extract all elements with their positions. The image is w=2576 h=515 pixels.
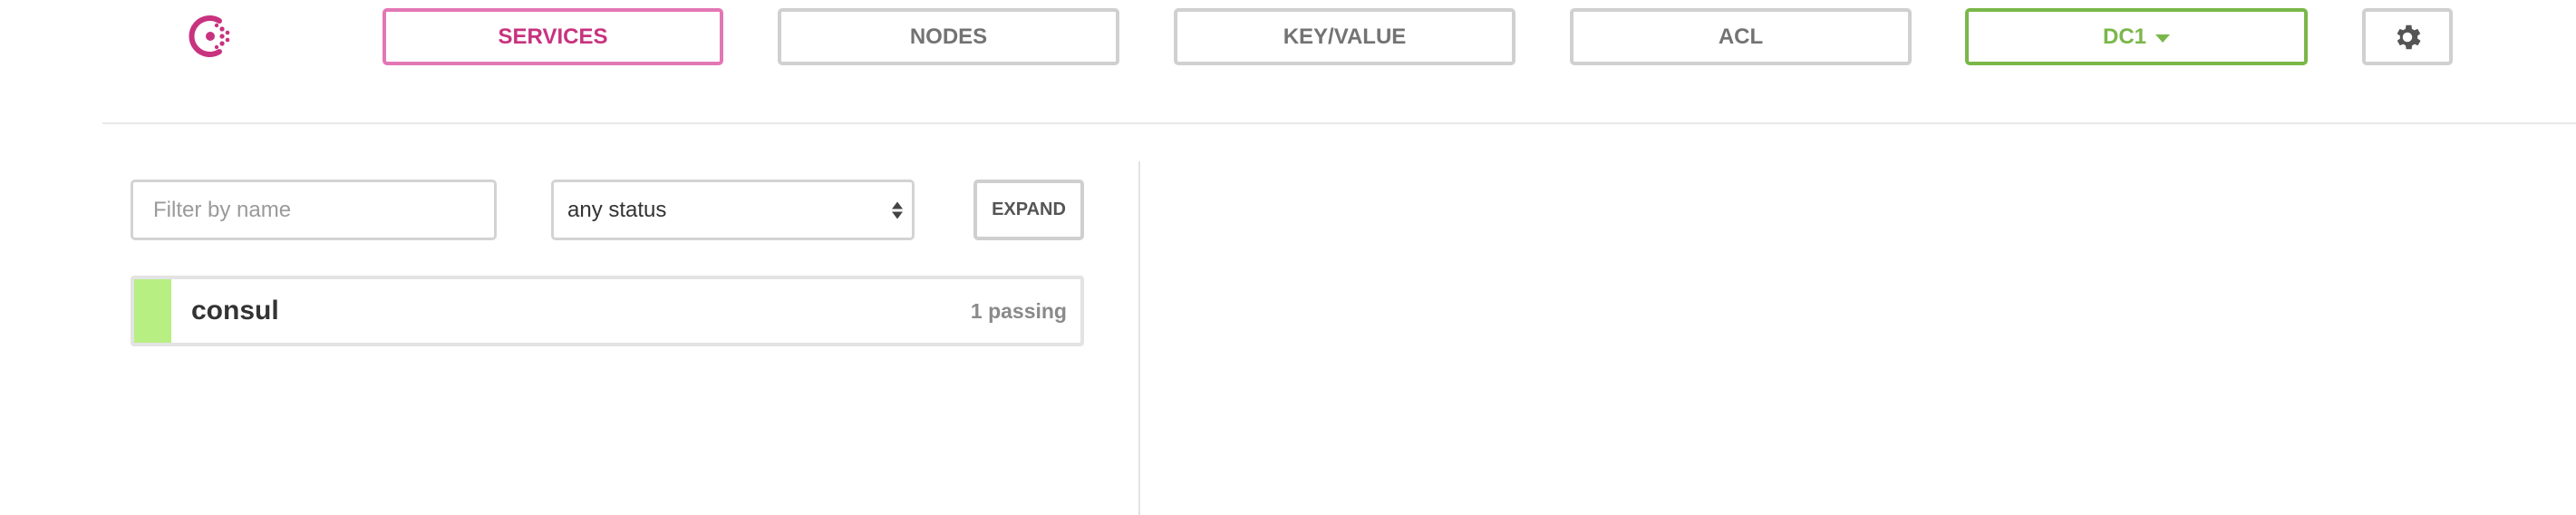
expand-label: EXPAND — [992, 199, 1066, 219]
nav-services-button[interactable]: SERVICES — [383, 8, 723, 65]
nav-nodes-button[interactable]: NODES — [778, 8, 1119, 65]
settings-button[interactable] — [2362, 8, 2453, 65]
service-name: consul — [191, 296, 279, 326]
expand-button[interactable]: EXPAND — [973, 180, 1084, 240]
nav-acl-label: ACL — [1718, 24, 1764, 49]
service-list-item[interactable]: consul 1 passing — [131, 276, 1084, 346]
nav-nodes-label: NODES — [909, 24, 988, 49]
chevron-down-icon — [2155, 34, 2170, 43]
filter-by-name-input[interactable] — [131, 180, 497, 240]
datacenter-label: DC1 — [2102, 24, 2146, 49]
service-checks-summary: 1 passing — [970, 298, 1067, 323]
nav-acl-button[interactable]: ACL — [1570, 8, 1912, 65]
select-arrows-icon — [892, 201, 903, 219]
datacenter-dropdown[interactable]: DC1 — [1965, 8, 2308, 65]
status-filter-value: any status — [567, 197, 667, 222]
consul-logo-icon[interactable] — [181, 7, 239, 65]
status-filter-select[interactable]: any status — [551, 180, 915, 240]
consul-ui: SERVICES NODES KEY/VALUE ACL DC1 any sta… — [0, 0, 2576, 515]
nav-key-value-label: KEY/VALUE — [1283, 24, 1407, 49]
nav-key-value-button[interactable]: KEY/VALUE — [1174, 8, 1516, 65]
nav-services-label: SERVICES — [498, 24, 608, 49]
gear-icon — [2391, 21, 2424, 53]
panel-divider — [1138, 161, 1140, 515]
service-status-indicator — [134, 279, 171, 343]
header-divider — [102, 122, 2576, 124]
